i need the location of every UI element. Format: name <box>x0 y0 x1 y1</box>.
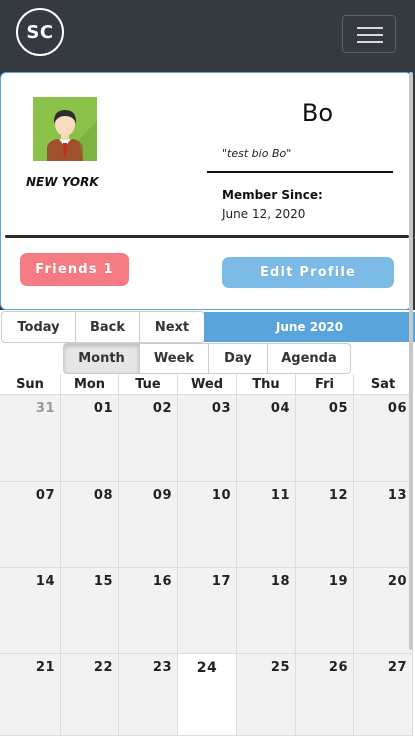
profile-divider <box>5 235 409 238</box>
calendar-day-cell[interactable]: 14 <box>0 568 61 654</box>
day-number: 20 <box>387 574 407 589</box>
calendar-day-cell[interactable]: 31 <box>0 395 61 482</box>
day-number: 07 <box>35 488 55 503</box>
calendar-day-cell[interactable]: 15 <box>61 568 119 654</box>
calendar-day-cell[interactable]: 16 <box>119 568 178 654</box>
day-number: 24 <box>196 660 218 676</box>
day-number: 02 <box>152 401 172 416</box>
day-number: 03 <box>211 401 231 416</box>
edit-profile-button[interactable]: Edit Profile <box>222 257 394 288</box>
profile-username: Bo <box>301 99 334 127</box>
day-number: 14 <box>35 574 55 589</box>
day-number: 11 <box>270 488 290 503</box>
weekday-header: Fri <box>296 374 354 395</box>
day-number: 12 <box>328 488 348 503</box>
day-number: 09 <box>152 488 172 503</box>
day-number: 06 <box>387 401 407 416</box>
weekday-header: Wed <box>178 374 237 395</box>
calendar-day-cell[interactable]: 20 <box>354 568 413 654</box>
view-month-button[interactable]: Month <box>63 343 140 374</box>
calendar-back-button[interactable]: Back <box>75 311 140 343</box>
calendar-day-cell[interactable]: 08 <box>61 482 119 568</box>
member-since-date: June 12, 2020 <box>222 207 306 221</box>
view-day-button[interactable]: Day <box>208 343 268 374</box>
day-number: 04 <box>270 401 290 416</box>
day-number: 26 <box>328 660 348 675</box>
day-number: 31 <box>35 401 55 416</box>
calendar-day-cell[interactable]: 25 <box>237 654 296 736</box>
hamburger-bar <box>357 34 383 36</box>
sc-logo[interactable]: SC <box>16 8 64 56</box>
profile-bio: "test bio Bo" <box>222 147 292 160</box>
calendar-day-cell-today[interactable]: 24 <box>178 654 237 736</box>
view-week-button[interactable]: Week <box>139 343 209 374</box>
day-number: 22 <box>93 660 113 675</box>
view-agenda-button[interactable]: Agenda <box>267 343 351 374</box>
calendar-day-cell[interactable]: 22 <box>61 654 119 736</box>
day-number: 08 <box>93 488 113 503</box>
day-number: 16 <box>152 574 172 589</box>
calendar-day-cell[interactable]: 19 <box>296 568 354 654</box>
calendar-day-cell[interactable]: 27 <box>354 654 413 736</box>
weekday-header: Thu <box>237 374 296 395</box>
calendar-day-cell[interactable]: 03 <box>178 395 237 482</box>
calendar-day-cell[interactable]: 21 <box>0 654 61 736</box>
calendar-month-label: June 2020 <box>204 312 415 342</box>
calendar-day-cell[interactable]: 05 <box>296 395 354 482</box>
calendar-next-button[interactable]: Next <box>139 311 205 343</box>
member-since-label: Member Since: <box>222 188 323 202</box>
user-avatar-icon <box>33 97 97 161</box>
day-number: 17 <box>211 574 231 589</box>
calendar-day-cell[interactable]: 18 <box>237 568 296 654</box>
top-navbar: SC <box>0 0 415 70</box>
profile-location: NEW YORK <box>26 175 99 189</box>
bio-divider <box>207 171 393 173</box>
weekday-header: Tue <box>119 374 178 395</box>
friends-button[interactable]: Friends 1 <box>20 253 129 286</box>
day-number: 25 <box>270 660 290 675</box>
calendar-today-button[interactable]: Today <box>1 311 76 343</box>
page-scrollbar[interactable] <box>409 72 413 650</box>
hamburger-bar <box>357 27 383 29</box>
calendar-day-cell[interactable]: 04 <box>237 395 296 482</box>
calendar-day-cell[interactable]: 07 <box>0 482 61 568</box>
weekday-header: Sat <box>354 374 413 395</box>
calendar-day-cell[interactable]: 17 <box>178 568 237 654</box>
day-number: 10 <box>211 488 231 503</box>
calendar-day-cell[interactable]: 10 <box>178 482 237 568</box>
weekday-header: Sun <box>0 374 61 395</box>
hamburger-bar <box>357 41 383 43</box>
day-number: 19 <box>328 574 348 589</box>
day-number: 15 <box>93 574 113 589</box>
day-number: 13 <box>387 488 407 503</box>
calendar-month-grid: Sun Mon Tue Wed Thu Fri Sat 31 01 02 03 … <box>0 374 413 736</box>
day-number: 05 <box>328 401 348 416</box>
day-number: 27 <box>387 660 407 675</box>
calendar-day-cell[interactable]: 11 <box>237 482 296 568</box>
hamburger-menu-icon[interactable] <box>342 15 396 53</box>
calendar-day-cell[interactable]: 12 <box>296 482 354 568</box>
calendar-day-cell[interactable]: 23 <box>119 654 178 736</box>
calendar-day-cell[interactable]: 06 <box>354 395 413 482</box>
calendar-day-cell[interactable]: 13 <box>354 482 413 568</box>
calendar-day-cell[interactable]: 26 <box>296 654 354 736</box>
day-number: 23 <box>152 660 172 675</box>
calendar-day-cell[interactable]: 01 <box>61 395 119 482</box>
calendar-day-cell[interactable]: 09 <box>119 482 178 568</box>
weekday-header: Mon <box>61 374 119 395</box>
day-number: 18 <box>270 574 290 589</box>
day-number: 21 <box>35 660 55 675</box>
day-number: 01 <box>93 401 113 416</box>
calendar-day-cell[interactable]: 02 <box>119 395 178 482</box>
